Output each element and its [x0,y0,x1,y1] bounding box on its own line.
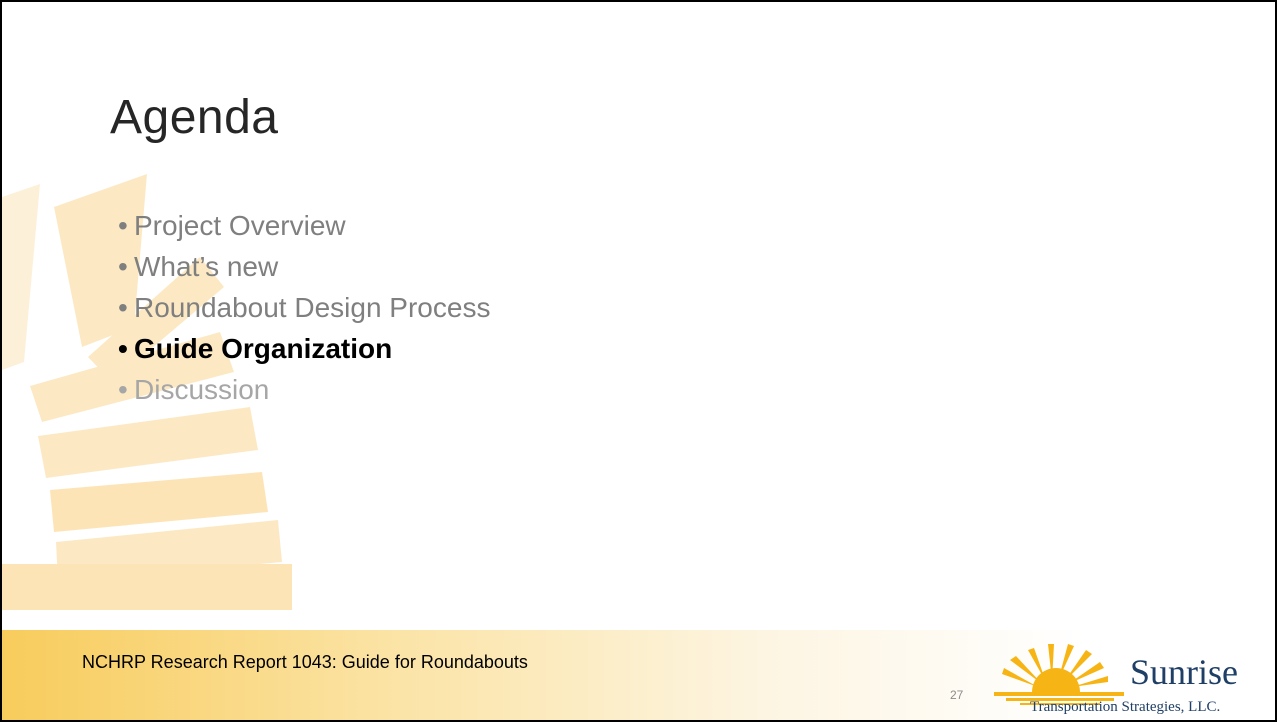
agenda-item-label: Project Overview [134,210,346,241]
agenda-item-discussion: • Discussion [118,369,490,410]
bullet: • [118,333,128,364]
bullet: • [118,292,128,323]
agenda-item-whats-new: • What’s new [118,246,490,287]
bullet: • [118,251,128,282]
slide: Agenda • Project Overview • What’s new • Ro… [2,2,1275,720]
bullet: • [118,374,128,405]
agenda-item-label: Discussion [134,374,270,405]
agenda-item-label: What’s new [134,251,279,282]
page-number: 27 [950,688,964,702]
agenda-item-design-process: • Roundabout Design Process [118,287,490,328]
agenda-item-guide-organization: • Guide Organization [118,328,490,369]
agenda-item-label: Roundabout Design Process [134,292,491,323]
slide-title: Agenda [110,91,279,144]
agenda-item-project-overview: • Project Overview [118,205,490,246]
logo-tagline: Transportation Strategies, LLC. [1030,699,1221,715]
agenda-list: • Project Overview • What’s new • Roundabou… [118,205,490,410]
footer-text: NCHRP Research Report 1043: Guide for Ro… [82,652,528,672]
agenda-item-label: Guide Organization [134,333,393,364]
bullet: • [118,210,128,241]
logo-wordmark: Sunrise [1130,652,1238,692]
